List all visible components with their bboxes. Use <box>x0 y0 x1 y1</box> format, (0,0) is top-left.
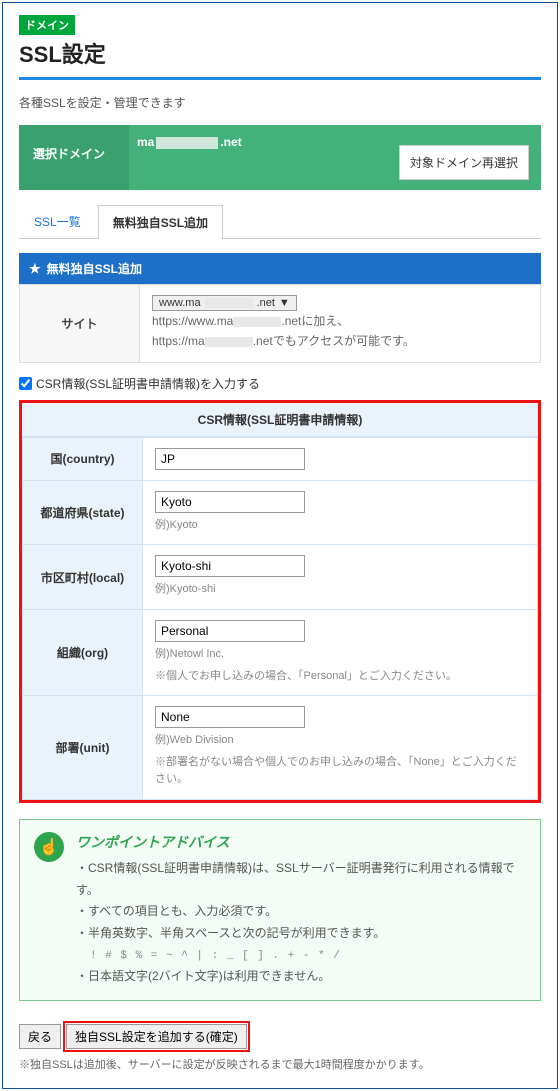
csr-state-input[interactable] <box>155 491 305 513</box>
csr-local-label: 市区町村(local) <box>23 545 143 610</box>
advice-item: 半角英数字、半角スペースと次の記号が利用できます。 <box>76 923 526 945</box>
csr-org-hint2: ※個人でお申し込みの場合、「Personal」とご入力ください。 <box>155 668 525 686</box>
site-table: サイト www.ma.net ▼ https://www.ma.netに加え、 … <box>19 284 541 363</box>
advice-symbols: ! # $ % = ~ ^ | : _ [ ] . + - * / <box>76 948 526 966</box>
site-note: https://www.ma.netに加え、 https://ma.netでもア… <box>152 311 528 352</box>
advice-heading: ワンポイントアドバイス <box>76 832 526 852</box>
tab-bar: SSL一覧 無料独自SSL追加 <box>19 204 541 239</box>
advice-list: CSR情報(SSL証明書申請情報)は、SSLサーバー証明書発行に利用される情報で… <box>76 858 526 944</box>
category-badge: ドメイン <box>19 15 75 35</box>
csr-local-input[interactable] <box>155 555 305 577</box>
csr-org-input[interactable] <box>155 620 305 642</box>
csr-panel-title: CSR情報(SSL証明書申請情報) <box>22 403 538 437</box>
csr-local-hint: 例)Kyoto-shi <box>155 581 525 599</box>
domain-text: ma.net <box>137 135 242 149</box>
selected-domain-label: 選択ドメイン <box>19 125 129 190</box>
reselect-domain-button[interactable]: 対象ドメイン再選択 <box>399 145 529 180</box>
advice-item: すべての項目とも、入力必須です。 <box>76 901 526 923</box>
site-label: サイト <box>20 285 140 363</box>
csr-unit-hint1: 例)Web Division <box>155 732 525 750</box>
advice-box: ☝ ワンポイントアドバイス CSR情報(SSL証明書申請情報)は、SSLサーバー… <box>19 819 541 1001</box>
page-description: 各種SSLを設定・管理できます <box>19 94 541 111</box>
page-container: ドメイン SSL設定 各種SSLを設定・管理できます 選択ドメイン ma.net… <box>2 2 558 1089</box>
masked-domain-part <box>156 137 218 149</box>
confirm-add-ssl-button[interactable]: 独自SSL設定を追加する(確定) <box>66 1024 247 1049</box>
tab-add-free-ssl[interactable]: 無料独自SSL追加 <box>98 205 223 239</box>
title-underline <box>19 77 541 80</box>
masked-domain-part <box>205 298 253 308</box>
csr-org-label: 組織(org) <box>23 609 143 695</box>
footer-buttons: 戻る 独自SSL設定を追加する(確定) <box>19 1021 541 1052</box>
masked-domain-part <box>205 337 253 347</box>
csr-unit-hint2: ※部署名がない場合や個人でのお申し込みの場合、「None」とご入力ください。 <box>155 754 525 789</box>
advice-item: CSR情報(SSL証明書申請情報)は、SSLサーバー証明書発行に利用される情報で… <box>76 858 526 901</box>
page-title: SSL設定 <box>19 37 541 69</box>
csr-unit-label: 部署(unit) <box>23 696 143 800</box>
hand-pointer-icon: ☝ <box>34 832 64 862</box>
csr-checkbox[interactable] <box>19 377 32 390</box>
tab-ssl-list[interactable]: SSL一覧 <box>19 204 96 238</box>
section-title: 無料独自SSL追加 <box>47 260 142 277</box>
confirm-highlight: 独自SSL設定を追加する(確定) <box>63 1021 250 1052</box>
csr-country-input[interactable] <box>155 448 305 470</box>
csr-panel: CSR情報(SSL証明書申請情報) 国(country) 都道府県(state)… <box>19 400 541 803</box>
footer-note: ※独自SSLは追加後、サーバーに設定が反映されるまで最大1時間程度かかります。 <box>19 1056 541 1072</box>
section-header: ★ 無料独自SSL追加 <box>19 253 541 284</box>
csr-state-label: 都道府県(state) <box>23 480 143 545</box>
selected-domain-bar: 選択ドメイン ma.net 対象ドメイン再選択 <box>19 125 541 190</box>
csr-table: 国(country) 都道府県(state) 例)Kyoto 市区町村(loca… <box>22 437 538 800</box>
csr-checkbox-label: CSR情報(SSL証明書申請情報)を入力する <box>36 375 260 392</box>
masked-domain-part <box>233 317 281 327</box>
back-button[interactable]: 戻る <box>19 1024 61 1049</box>
selected-domain-value: ma.net 対象ドメイン再選択 <box>129 125 541 190</box>
csr-state-hint: 例)Kyoto <box>155 517 525 535</box>
csr-input-toggle[interactable]: CSR情報(SSL証明書申請情報)を入力する <box>19 375 541 392</box>
site-select[interactable]: www.ma.net ▼ <box>152 295 297 311</box>
advice-list-2: 日本語文字(2バイト文字)は利用できません。 <box>76 966 526 988</box>
advice-item: 日本語文字(2バイト文字)は利用できません。 <box>76 966 526 988</box>
csr-unit-input[interactable] <box>155 706 305 728</box>
csr-org-hint1: 例)Netowl Inc. <box>155 646 525 664</box>
csr-country-label: 国(country) <box>23 437 143 480</box>
star-icon: ★ <box>29 261 41 277</box>
chevron-down-icon: ▼ <box>279 297 290 309</box>
